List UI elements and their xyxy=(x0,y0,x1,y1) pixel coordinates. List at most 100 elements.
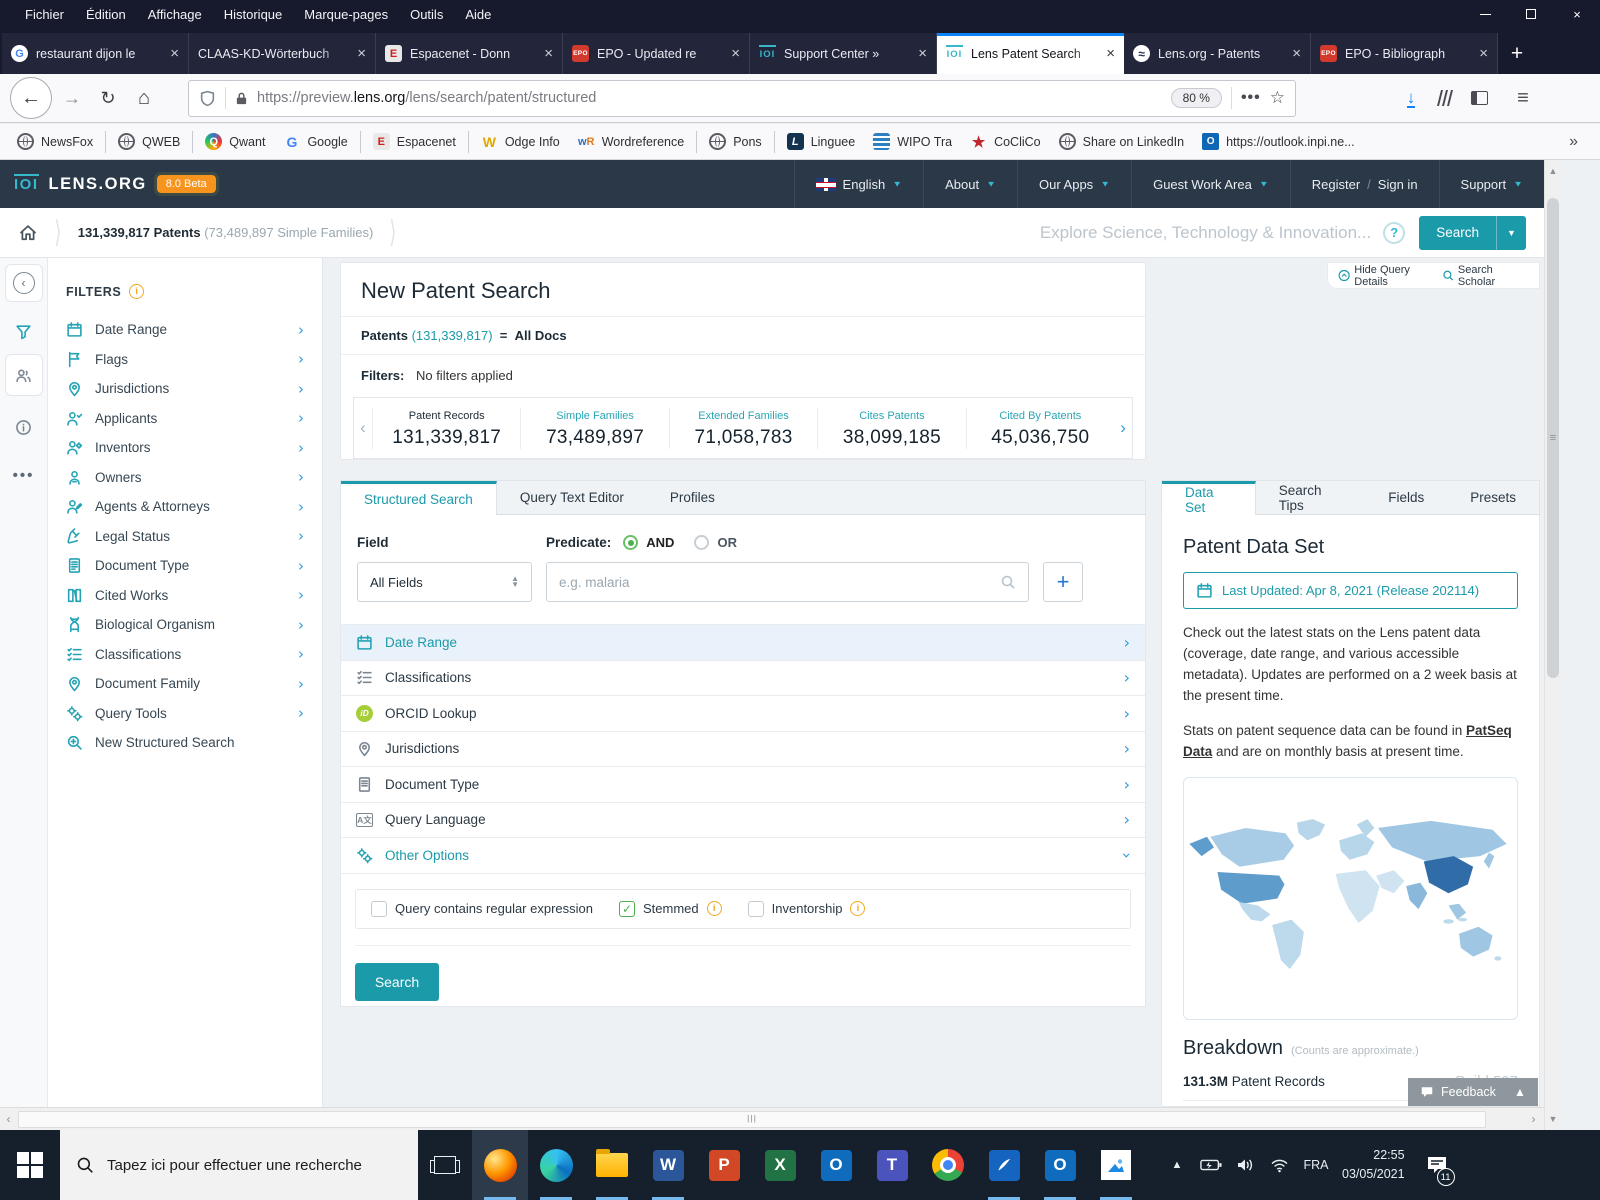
scroll-left-icon[interactable]: ‹ xyxy=(0,1112,17,1126)
hide-query-details-link[interactable]: Hide Query Details xyxy=(1338,264,1442,288)
tab-fields[interactable]: Fields xyxy=(1365,481,1447,514)
sidebar-item-applicants[interactable]: Applicants› xyxy=(66,404,312,434)
accordion-classifications[interactable]: Classifications› xyxy=(341,661,1145,697)
taskbar-chrome[interactable] xyxy=(920,1130,976,1200)
feedback-button[interactable]: Feedback xyxy=(1408,1078,1508,1106)
window-close-button[interactable]: × xyxy=(1554,0,1600,28)
collapse-sidebar-button[interactable]: ‹ xyxy=(13,272,35,294)
sidebar-item-date-range[interactable]: Date Range› xyxy=(66,315,312,345)
bookmarks-overflow-chevron[interactable]: » xyxy=(1569,133,1578,151)
bookmark-star-icon[interactable]: ☆ xyxy=(1270,88,1285,108)
help-icon[interactable]: ? xyxy=(1383,222,1405,244)
carousel-next-icon[interactable]: › xyxy=(1114,418,1132,438)
sidebar-item-jurisdictions[interactable]: Jurisdictions› xyxy=(66,374,312,404)
browser-tab-espacenet[interactable]: E Espacenet - Donn × xyxy=(376,33,563,74)
tab-close-icon[interactable]: × xyxy=(544,45,553,62)
search-submit-button[interactable]: Search xyxy=(355,963,439,1001)
sidebar-item-cited-works[interactable]: Cited Works› xyxy=(66,581,312,611)
sidebar-item-agents-attorneys[interactable]: Agents & Attorneys› xyxy=(66,492,312,522)
bookmark-newsfox[interactable]: NewsFox xyxy=(8,129,102,155)
accordion-query-language[interactable]: A文Query Language› xyxy=(341,803,1145,839)
info-icon[interactable]: i xyxy=(707,901,722,916)
tab-search-tips[interactable]: Search Tips xyxy=(1256,481,1365,514)
window-minimize-button[interactable] xyxy=(1462,0,1508,28)
sidebar-item-biological-organism[interactable]: Biological Organism› xyxy=(66,610,312,640)
downloads-button[interactable]: ↓ xyxy=(1394,81,1428,115)
nav-about[interactable]: About▼ xyxy=(923,160,1017,208)
bookmark-pons[interactable]: Pons xyxy=(700,129,771,155)
taskbar-clock[interactable]: 22:55 03/05/2021 xyxy=(1342,1146,1405,1184)
accordion-other-options[interactable]: Other Options› xyxy=(341,838,1145,874)
browser-tab-lens-patents[interactable]: ≈ Lens.org - Patents × xyxy=(1124,33,1311,74)
taskbar-search-box[interactable]: Tapez ici pour effectuer une recherche xyxy=(60,1130,418,1200)
more-rail-button[interactable]: ••• xyxy=(11,462,37,488)
tab-query-text-editor[interactable]: Query Text Editor xyxy=(497,481,647,514)
browser-tab-support-center[interactable]: IOI Support Center » × xyxy=(750,33,937,74)
vertical-scrollbar[interactable]: ▲ ▼ xyxy=(1544,160,1560,1130)
regex-checkbox[interactable]: Query contains regular expression xyxy=(371,901,593,917)
back-button[interactable]: ← xyxy=(10,77,52,119)
tab-profiles[interactable]: Profiles xyxy=(647,481,738,514)
menu-tools[interactable]: Outils xyxy=(399,7,454,22)
reload-button[interactable]: ↻ xyxy=(90,81,126,115)
accordion-jurisdictions[interactable]: Jurisdictions› xyxy=(341,732,1145,768)
home-icon[interactable] xyxy=(18,223,38,243)
taskbar-word[interactable]: W xyxy=(640,1130,696,1200)
nav-support[interactable]: Support▼ xyxy=(1439,160,1544,208)
tracking-shield-icon[interactable] xyxy=(199,90,216,107)
query-input[interactable] xyxy=(559,575,1000,590)
task-view-button[interactable] xyxy=(418,1130,472,1200)
tab-close-icon[interactable]: × xyxy=(1106,45,1115,62)
sidebar-item-owners[interactable]: Owners› xyxy=(66,463,312,493)
search-button[interactable]: Search xyxy=(1419,216,1496,250)
scroll-right-icon[interactable]: › xyxy=(1525,1112,1542,1126)
browser-tab-lens-active[interactable]: IOI Lens Patent Search × xyxy=(937,33,1124,74)
filters-rail-button[interactable] xyxy=(11,318,37,344)
url-bar[interactable]: https://preview.lens.org/lens/search/pat… xyxy=(188,80,1296,117)
volume-icon[interactable] xyxy=(1230,1145,1260,1185)
sidebar-item-document-type[interactable]: Document Type› xyxy=(66,551,312,581)
predicate-and-radio[interactable]: AND xyxy=(623,535,674,550)
taskbar-edge[interactable] xyxy=(528,1130,584,1200)
new-tab-button[interactable]: + xyxy=(1498,33,1536,74)
tab-close-icon[interactable]: × xyxy=(731,45,740,62)
bookmark-wipo[interactable]: WIPO Tra xyxy=(864,129,961,155)
library-button[interactable] xyxy=(1428,81,1462,115)
menu-bookmarks[interactable]: Marque-pages xyxy=(293,7,399,22)
info-icon[interactable]: i xyxy=(850,901,865,916)
tray-expand-icon[interactable]: ▲ xyxy=(1162,1145,1192,1185)
search-scholar-link[interactable]: Search Scholar xyxy=(1442,264,1529,288)
browser-tab-claas[interactable]: CLAAS-KD-Wörterbuch × xyxy=(189,33,376,74)
stat-label[interactable]: Cited By Patents xyxy=(967,410,1114,422)
tab-presets[interactable]: Presets xyxy=(1447,481,1539,514)
sidebar-item-inventors[interactable]: Inventors› xyxy=(66,433,312,463)
page-actions-icon[interactable]: ••• xyxy=(1241,89,1261,107)
taskbar-feather-app[interactable] xyxy=(976,1130,1032,1200)
sidebar-item-query-tools[interactable]: Query Tools› xyxy=(66,699,312,729)
browser-tab-epo-biblio[interactable]: EPO EPO - Bibliograph × xyxy=(1311,33,1498,74)
menu-history[interactable]: Historique xyxy=(213,7,294,22)
sidebar-item-legal-status[interactable]: Legal Status› xyxy=(66,522,312,552)
search-dropdown-button[interactable]: ▼ xyxy=(1496,216,1526,250)
scroll-down-icon[interactable]: ▼ xyxy=(1545,1110,1561,1128)
people-rail-button[interactable] xyxy=(11,362,37,388)
nav-our-apps[interactable]: Our Apps▼ xyxy=(1017,160,1131,208)
bookmark-google[interactable]: GGoogle xyxy=(274,129,356,155)
bookmark-espacenet[interactable]: EEspacenet xyxy=(364,129,465,155)
nav-language[interactable]: English▼ xyxy=(794,160,924,208)
taskbar-outlook-2[interactable]: O xyxy=(1032,1130,1088,1200)
scroll-up-icon[interactable]: ▲ xyxy=(1545,162,1561,180)
tab-close-icon[interactable]: × xyxy=(1479,45,1488,62)
patents-count-link[interactable]: (131,339,817) xyxy=(412,328,493,343)
forward-button[interactable]: → xyxy=(54,81,90,115)
battery-icon[interactable] xyxy=(1196,1145,1226,1185)
field-select[interactable]: All Fields▲▼ xyxy=(357,562,532,602)
add-query-row-button[interactable]: + xyxy=(1043,562,1083,602)
horizontal-scrollbar-thumb[interactable] xyxy=(18,1111,1486,1128)
stemmed-checkbox[interactable]: ✓Stemmedi xyxy=(619,901,722,917)
stat-label[interactable]: Simple Families xyxy=(521,410,668,422)
zoom-level-badge[interactable]: 80 % xyxy=(1171,88,1222,108)
lens-logo[interactable]: IOI LENS.ORG 8.0 Beta xyxy=(0,174,216,195)
sidebar-item-document-family[interactable]: Document Family› xyxy=(66,669,312,699)
menu-help[interactable]: Aide xyxy=(454,7,502,22)
